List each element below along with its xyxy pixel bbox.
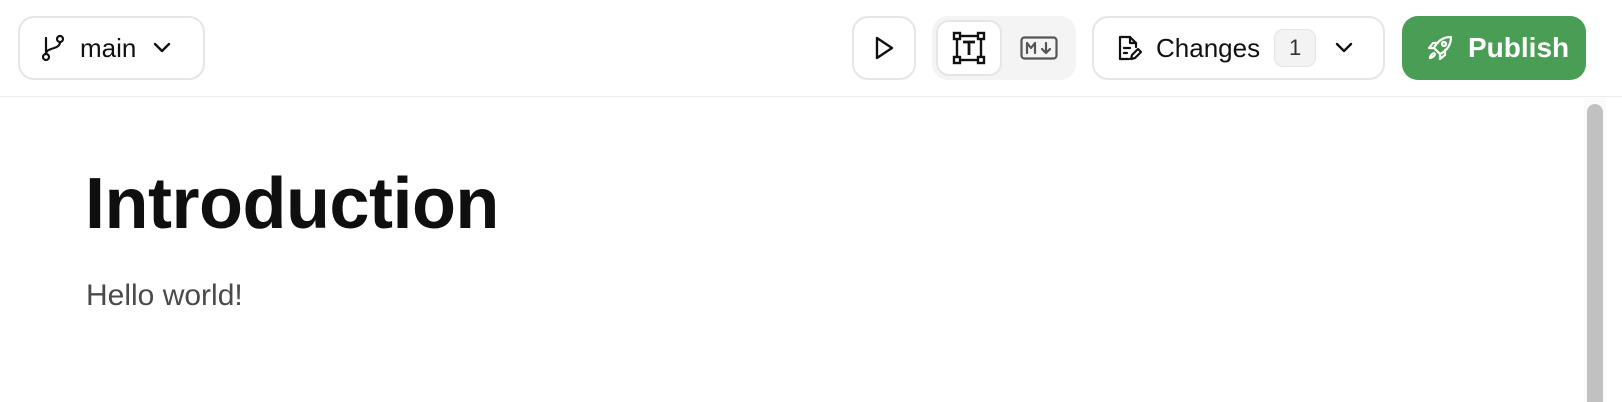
publish-button[interactable]: Publish — [1402, 16, 1586, 80]
branch-selector-button[interactable]: main — [18, 16, 205, 80]
changes-button[interactable]: Changes 1 — [1092, 16, 1385, 80]
publish-label: Publish — [1468, 32, 1570, 63]
chevron-down-icon — [152, 42, 172, 54]
top-toolbar: main Changes 1 Publish — [0, 0, 1622, 97]
document-title[interactable]: Introduction — [85, 168, 499, 240]
changes-count-badge: 1 — [1274, 29, 1317, 67]
preview-play-button[interactable] — [852, 16, 916, 80]
document-body-text[interactable]: Hello world! — [86, 281, 243, 311]
file-edit-icon — [1116, 34, 1142, 62]
vertical-scrollbar[interactable] — [1584, 98, 1606, 402]
changes-label: Changes — [1156, 32, 1261, 63]
scrollbar-thumb[interactable] — [1587, 104, 1603, 402]
view-mode-toggle — [932, 16, 1076, 80]
git-branch-icon — [40, 34, 66, 62]
markdown-icon — [1020, 36, 1058, 60]
markdown-view-button[interactable] — [1006, 20, 1072, 76]
wysiwyg-view-button[interactable] — [936, 20, 1002, 76]
chevron-down-icon — [1334, 42, 1354, 54]
play-icon — [872, 35, 896, 61]
branch-name: main — [80, 32, 137, 63]
rocket-icon — [1426, 34, 1454, 62]
document-editor[interactable]: Introduction Hello world! — [0, 98, 1584, 402]
editor-app: main Changes 1 Publish Introduction Hell… — [0, 0, 1622, 402]
text-frame-icon — [951, 30, 987, 66]
